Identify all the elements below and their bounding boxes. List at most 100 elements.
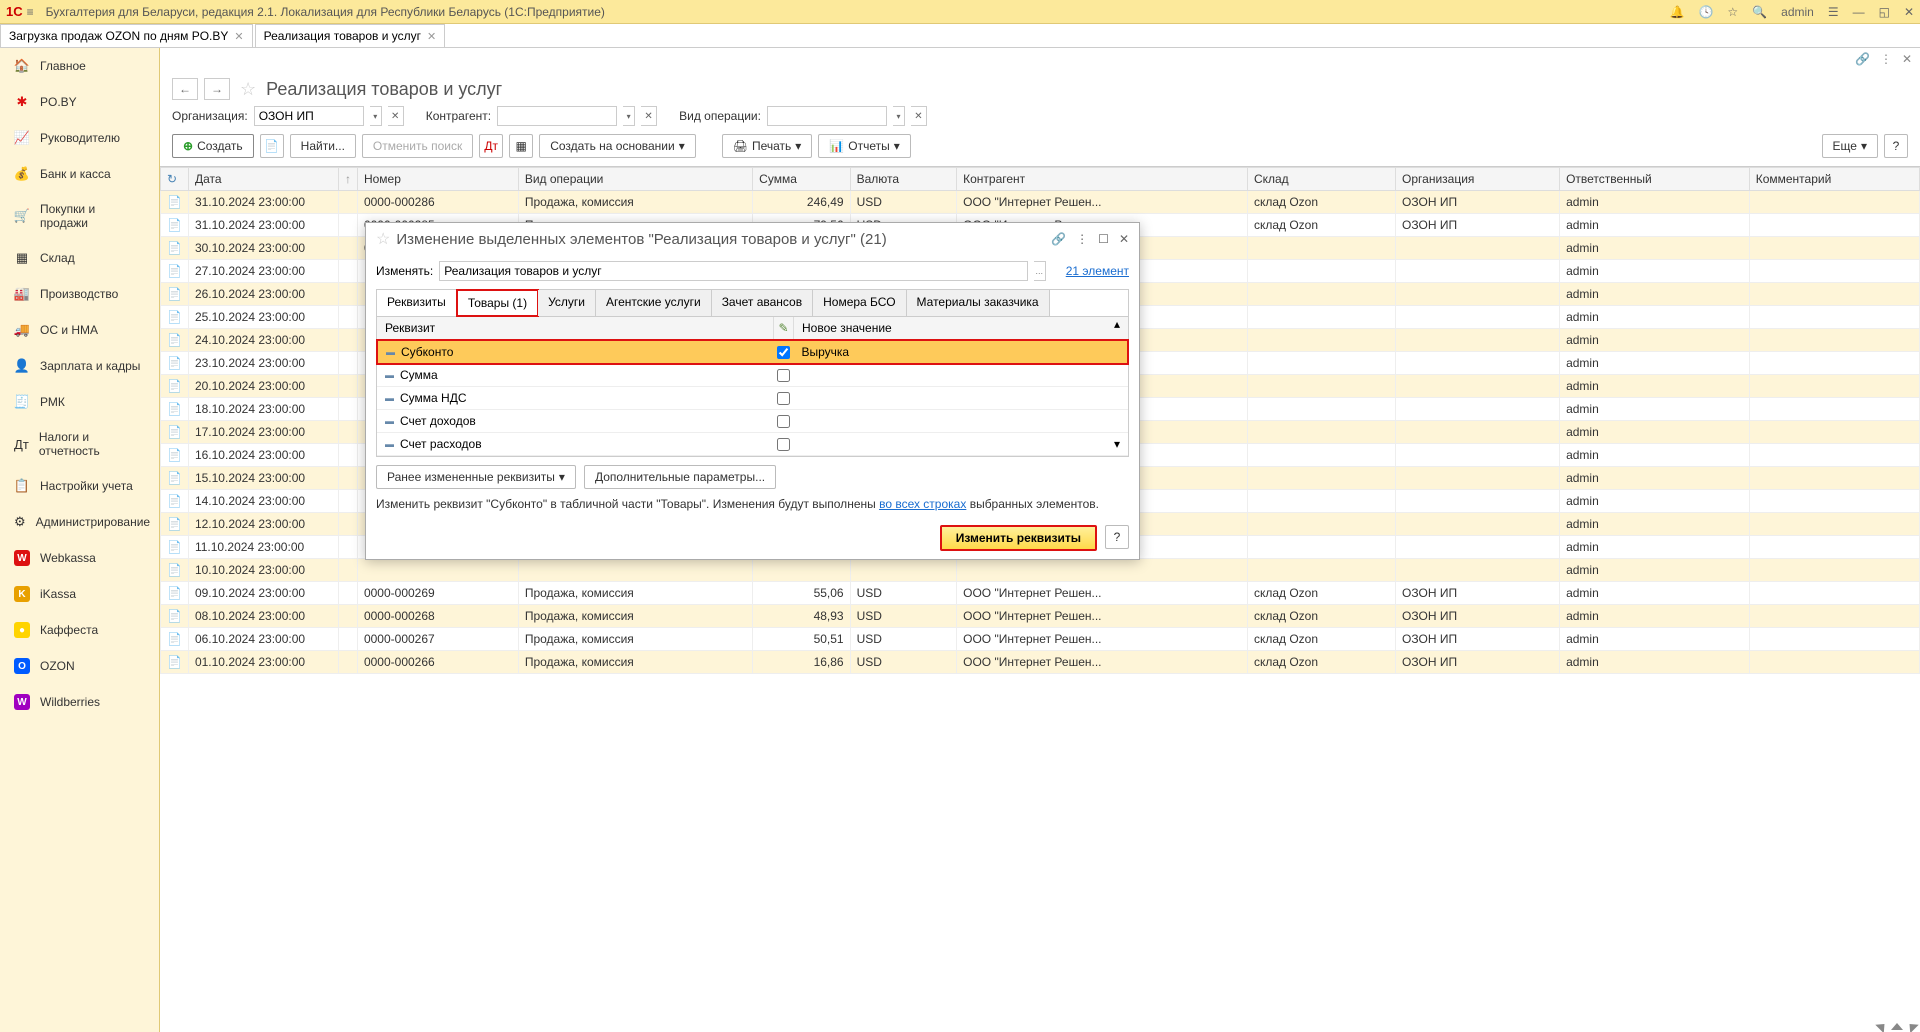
create-based-button[interactable]: Создать на основании ▾ [539, 134, 696, 158]
requisite-row[interactable]: ▬Субконто Выручка [376, 339, 1129, 365]
more-menu-icon[interactable]: ⋮ [1880, 52, 1892, 66]
org-input[interactable] [254, 106, 364, 126]
minimize-icon[interactable]: — [1853, 5, 1865, 19]
sidebar-item-12[interactable]: ⚙Администрирование [0, 504, 159, 540]
history-icon[interactable]: 🕓 [1698, 5, 1713, 19]
change-requisites-button[interactable]: Изменить реквизиты [940, 525, 1097, 551]
star-icon[interactable]: ☆ [1727, 5, 1738, 19]
req-checkbox[interactable] [777, 392, 790, 405]
bell-icon[interactable]: 🔔 [1670, 5, 1685, 19]
find-button[interactable]: Найти... [290, 134, 356, 158]
sidebar-item-13[interactable]: WWebkassa [0, 540, 159, 576]
sidebar-item-0[interactable]: 🏠Главное [0, 48, 159, 84]
sidebar-item-1[interactable]: ✱PO.BY [0, 84, 159, 120]
copy-button[interactable]: 📄 [260, 134, 284, 158]
more-menu-icon[interactable]: ⋮ [1076, 232, 1088, 246]
dialog-tab-0[interactable]: Реквизиты [377, 290, 457, 316]
element-count-link[interactable]: 21 элемент [1066, 264, 1129, 278]
main-menu-icon[interactable]: ≡ [27, 5, 34, 19]
requisite-row[interactable]: ▬Счет расходов ▾ [377, 433, 1128, 456]
vid-input[interactable] [767, 106, 887, 126]
sidebar-item-7[interactable]: 🚚ОС и НМА [0, 312, 159, 348]
close-icon[interactable]: ✕ [234, 30, 243, 43]
user-label[interactable]: admin [1781, 5, 1814, 19]
scroll-up-icon[interactable]: ▴ [1114, 317, 1128, 339]
clear-vid-icon[interactable]: ✕ [911, 106, 927, 126]
extra-params-button[interactable]: Дополнительные параметры... [584, 465, 776, 489]
column-header[interactable]: Контрагент [957, 168, 1248, 191]
column-header[interactable]: Склад [1247, 168, 1395, 191]
column-header[interactable]: Вид операции [518, 168, 752, 191]
all-rows-link[interactable]: во всех строках [879, 497, 966, 511]
sidebar-item-17[interactable]: WWildberries [0, 684, 159, 720]
requisite-row[interactable]: ▬Сумма НДС [377, 387, 1128, 410]
sidebar-item-9[interactable]: 🧾РМК [0, 384, 159, 420]
dialog-tab-6[interactable]: Материалы заказчика [907, 290, 1050, 316]
help-button[interactable]: ? [1105, 525, 1129, 549]
kontr-input[interactable] [497, 106, 617, 126]
dtkt-button[interactable]: Дт [479, 134, 503, 158]
change-input[interactable] [439, 261, 1027, 281]
link-icon[interactable]: 🔗 [1855, 52, 1870, 66]
column-header[interactable]: Комментарий [1749, 168, 1919, 191]
link-icon[interactable]: 🔗 [1051, 232, 1066, 246]
print-button[interactable]: 🖨 Печать ▾ [722, 134, 813, 158]
choose-button[interactable]: … [1034, 261, 1046, 281]
chevron-down-icon[interactable]: ▾ [370, 106, 382, 126]
column-header[interactable]: Номер [357, 168, 518, 191]
dialog-tab-2[interactable]: Услуги [538, 290, 596, 316]
column-header[interactable]: Валюта [850, 168, 957, 191]
table-row[interactable]: 📄 10.10.2024 23:00:00 admin [161, 559, 1920, 582]
sidebar-item-15[interactable]: ●Каффеста [0, 612, 159, 648]
chevron-down-icon[interactable]: ▾ [623, 106, 635, 126]
close-app-icon[interactable]: ✕ [1904, 5, 1914, 19]
req-checkbox[interactable] [777, 415, 790, 428]
sidebar-item-5[interactable]: ▦Склад [0, 240, 159, 276]
close-dialog-icon[interactable]: ✕ [1119, 232, 1129, 246]
close-page-icon[interactable]: ✕ [1902, 52, 1912, 66]
dialog-tab-1[interactable]: Товары (1) [456, 289, 539, 317]
column-header[interactable]: ↻ [161, 168, 189, 191]
settings-lines-icon[interactable]: ☰ [1828, 5, 1839, 19]
column-header[interactable]: ↑ [338, 168, 357, 191]
sidebar-item-11[interactable]: 📋Настройки учета [0, 468, 159, 504]
chevron-down-icon[interactable]: ▾ [893, 106, 905, 126]
column-header[interactable]: Ответственный [1560, 168, 1750, 191]
batch-button[interactable]: ▦ [509, 134, 533, 158]
clear-org-icon[interactable]: ✕ [388, 106, 404, 126]
req-checkbox[interactable] [777, 438, 790, 451]
tab-ozon-load[interactable]: Загрузка продаж OZON по дням PO.BY ✕ [0, 24, 253, 47]
nav-back-button[interactable]: ← [172, 78, 198, 100]
sidebar-item-3[interactable]: 💰Банк и касса [0, 156, 159, 192]
sidebar-item-2[interactable]: 📈Руководителю [0, 120, 159, 156]
sidebar-item-16[interactable]: OOZON [0, 648, 159, 684]
table-row[interactable]: 📄 31.10.2024 23:00:00 0000-000286 Продаж… [161, 191, 1920, 214]
star-icon[interactable]: ☆ [376, 229, 390, 249]
table-row[interactable]: 📄 09.10.2024 23:00:00 0000-000269 Продаж… [161, 582, 1920, 605]
search-icon[interactable]: 🔍 [1752, 5, 1767, 19]
favorite-star-icon[interactable]: ☆ [240, 79, 256, 100]
nav-forward-button[interactable]: → [204, 78, 230, 100]
column-header[interactable]: Организация [1396, 168, 1560, 191]
dialog-tab-4[interactable]: Зачет авансов [712, 290, 813, 316]
sidebar-item-14[interactable]: KiKassa [0, 576, 159, 612]
reports-button[interactable]: 📊 Отчеты ▾ [818, 134, 910, 158]
scroll-corner[interactable] [1876, 1023, 1918, 1030]
table-row[interactable]: 📄 01.10.2024 23:00:00 0000-000266 Продаж… [161, 651, 1920, 674]
create-button[interactable]: ⊕ Создать [172, 134, 254, 158]
clear-kontr-icon[interactable]: ✕ [641, 106, 657, 126]
requisite-row[interactable]: ▬Счет доходов [377, 410, 1128, 433]
sidebar-item-8[interactable]: 👤Зарплата и кадры [0, 348, 159, 384]
prev-changed-button[interactable]: Ранее измененные реквизиты ▾ [376, 465, 576, 489]
maximize-icon[interactable]: ☐ [1098, 232, 1109, 246]
dialog-tab-5[interactable]: Номера БСО [813, 290, 906, 316]
table-row[interactable]: 📄 06.10.2024 23:00:00 0000-000267 Продаж… [161, 628, 1920, 651]
sidebar-item-6[interactable]: 🏭Производство [0, 276, 159, 312]
more-button[interactable]: Еще ▾ [1822, 134, 1878, 158]
close-icon[interactable]: ✕ [427, 30, 436, 43]
req-checkbox[interactable] [777, 346, 790, 359]
sidebar-item-4[interactable]: 🛒Покупки и продажи [0, 192, 159, 240]
column-header[interactable]: Сумма [753, 168, 850, 191]
column-header[interactable]: Дата [188, 168, 338, 191]
req-checkbox[interactable] [777, 369, 790, 382]
